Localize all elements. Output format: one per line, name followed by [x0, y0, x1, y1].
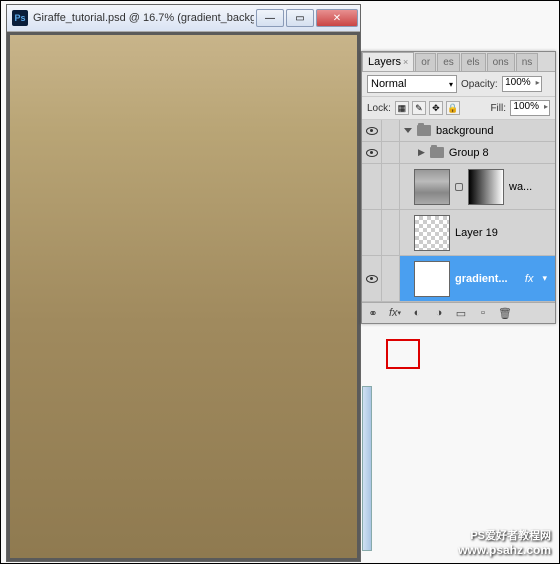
opacity-input[interactable]: 100% — [502, 76, 542, 92]
window-controls: — ▭ ✕ — [254, 9, 358, 27]
panel-footer: ⚭ fx▾ ◐ ◑ ▭ ▫ 🗑 — [362, 302, 555, 323]
folder-icon — [430, 147, 444, 158]
layer-thumbnail[interactable] — [414, 261, 450, 297]
layer-group-background[interactable]: background — [362, 120, 555, 142]
blend-mode-value: Normal — [371, 78, 406, 90]
photoshop-icon: Ps — [12, 10, 28, 26]
visibility-toggle[interactable] — [362, 256, 382, 301]
group-icon[interactable]: ▭ — [453, 306, 469, 320]
visibility-toggle[interactable] — [362, 142, 382, 163]
lock-icons: ▦ ✎ ✥ 🔒 — [395, 101, 460, 115]
new-layer-icon[interactable]: ▫ — [475, 306, 491, 320]
scrollbar[interactable] — [362, 386, 372, 551]
lock-position-icon[interactable]: ✥ — [429, 101, 443, 115]
layer-list: background ▶ Group 8 wa... — [362, 120, 555, 302]
link-col — [382, 120, 400, 141]
canvas-area — [7, 32, 360, 561]
tab-4[interactable]: els — [461, 53, 486, 71]
lock-fill-row: Lock: ▦ ✎ ✥ 🔒 Fill: 100% — [362, 97, 555, 120]
opacity-label: Opacity: — [461, 79, 498, 90]
layer-thumbnail[interactable] — [414, 215, 450, 251]
canvas[interactable] — [10, 35, 357, 558]
eye-icon — [366, 275, 378, 283]
tab-2[interactable]: or — [415, 53, 436, 71]
fill-input[interactable]: 100% — [510, 100, 550, 116]
layer-thumbnail[interactable] — [414, 169, 450, 205]
fx-icon[interactable]: fx▾ — [387, 306, 403, 320]
tab-layers[interactable]: Layers× — [362, 52, 414, 71]
expand-arrow-icon[interactable]: ▶ — [418, 147, 425, 158]
watermark: PS爱好者教程网 www.psahz.com — [458, 527, 551, 557]
layer-name: gradient... — [455, 273, 508, 285]
maximize-button[interactable]: ▭ — [286, 9, 314, 27]
watermark-line2: www.psahz.com — [458, 543, 551, 557]
tab-6[interactable]: ns — [516, 53, 539, 71]
minimize-button[interactable]: — — [256, 9, 284, 27]
visibility-toggle[interactable] — [362, 164, 382, 209]
layers-panel: Layers× or es els ons ns Normal ▾ Opacit… — [361, 51, 556, 324]
blend-opacity-row: Normal ▾ Opacity: 100% — [362, 72, 555, 97]
expand-arrow-icon[interactable] — [404, 128, 412, 133]
blend-mode-select[interactable]: Normal ▾ — [367, 75, 457, 93]
adjustment-icon[interactable]: ◑ — [431, 306, 447, 320]
lock-all-icon[interactable]: 🔒 — [446, 101, 460, 115]
layer-name: wa... — [509, 181, 532, 193]
tab-3[interactable]: es — [437, 53, 460, 71]
tab-close-icon[interactable]: × — [403, 57, 408, 67]
mask-icon[interactable]: ◐ — [409, 306, 425, 320]
lock-transparency-icon[interactable]: ▦ — [395, 101, 409, 115]
panel-tabs: Layers× or es els ons ns — [362, 52, 555, 72]
eye-icon — [366, 127, 378, 135]
tab-5[interactable]: ons — [487, 53, 515, 71]
layer-19[interactable]: Layer 19 — [362, 210, 555, 256]
link-col — [382, 210, 400, 255]
link-col — [382, 142, 400, 163]
lock-label: Lock: — [367, 103, 391, 114]
eye-icon — [366, 149, 378, 157]
document-window: Ps Giraffe_tutorial.psd @ 16.7% (gradien… — [6, 4, 361, 562]
fx-expand-icon[interactable]: ▾ — [542, 273, 547, 284]
layer-name: Group 8 — [449, 147, 489, 159]
link-layers-icon[interactable]: ⚭ — [365, 306, 381, 320]
highlight-annotation — [386, 339, 420, 369]
fill-label: Fill: — [490, 103, 506, 114]
layer-name: background — [436, 125, 494, 137]
folder-icon — [417, 125, 431, 136]
window-title: Giraffe_tutorial.psd @ 16.7% (gradient_b… — [33, 12, 254, 24]
lock-pixels-icon[interactable]: ✎ — [412, 101, 426, 115]
watermark-line1: PS爱好者教程网 — [458, 527, 551, 543]
trash-icon[interactable]: 🗑 — [497, 306, 513, 320]
layer-wa[interactable]: wa... — [362, 164, 555, 210]
visibility-toggle[interactable] — [362, 210, 382, 255]
link-col — [382, 164, 400, 209]
layer-name: Layer 19 — [455, 227, 498, 239]
dropdown-icon: ▾ — [449, 80, 453, 89]
layer-group-8[interactable]: ▶ Group 8 — [362, 142, 555, 164]
titlebar[interactable]: Ps Giraffe_tutorial.psd @ 16.7% (gradien… — [7, 5, 360, 32]
close-button[interactable]: ✕ — [316, 9, 358, 27]
visibility-toggle[interactable] — [362, 120, 382, 141]
mask-link-icon[interactable] — [455, 183, 463, 191]
mask-thumbnail[interactable] — [468, 169, 504, 205]
layer-gradient-selected[interactable]: gradient... fx ▾ — [362, 256, 555, 302]
link-col — [382, 256, 400, 301]
fx-badge[interactable]: fx — [525, 273, 534, 285]
